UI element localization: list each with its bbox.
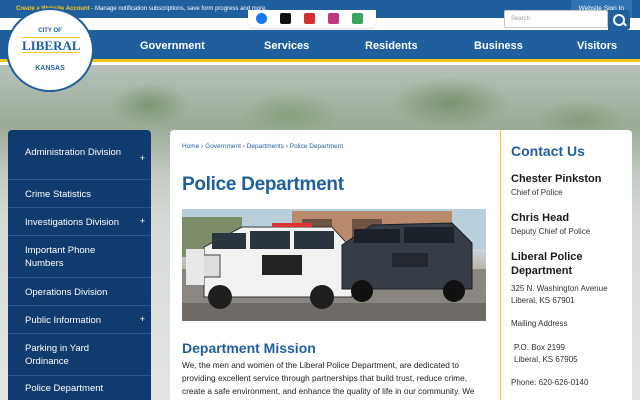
sidebar-item-operations[interactable]: Operations Division: [8, 278, 151, 306]
sidebar-item-investigations[interactable]: Investigations Division +: [8, 208, 151, 236]
breadcrumb-government[interactable]: Government: [205, 143, 241, 150]
sidebar-item-label: Operations Division: [25, 287, 108, 298]
sidebar-item-label: Parking in Yard Ordinance: [25, 343, 90, 367]
facebook-icon[interactable]: [256, 13, 267, 24]
sidebar-item-label: Administration Division: [25, 147, 122, 158]
sidebar-item-label: Investigations Division: [25, 217, 119, 228]
sidebar-item-label: Important Phone Numbers: [25, 245, 96, 269]
search-input[interactable]: Search: [504, 10, 608, 28]
breadcrumb-separator: ›: [285, 143, 288, 150]
sidebar-item-phone-numbers[interactable]: Important Phone Numbers: [8, 236, 151, 278]
police-vehicles-photo: [182, 209, 486, 321]
page-title: Police Department: [182, 174, 344, 195]
breadcrumb-separator: ›: [201, 143, 204, 150]
nextdoor-icon[interactable]: [352, 13, 363, 24]
contact-address-line2: Liberal, KS 67901: [511, 296, 575, 305]
search-icon[interactable]: [608, 10, 630, 30]
sidebar-item-administration[interactable]: Administration Division +: [8, 130, 151, 180]
nav-residents[interactable]: Residents: [365, 30, 418, 62]
social-links: [248, 10, 376, 28]
sidebar-item-crime-statistics[interactable]: Crime Statistics: [8, 180, 151, 208]
contact-po-box: P.O. Box 2199: [514, 343, 565, 352]
contact-panel: Contact Us Chester Pinkston Chief of Pol…: [500, 130, 632, 400]
sidebar-item-parking-ordinance[interactable]: Parking in Yard Ordinance: [8, 334, 151, 376]
breadcrumb-departments[interactable]: Departments: [247, 143, 284, 150]
instagram-icon[interactable]: [328, 13, 339, 24]
expand-plus-icon[interactable]: +: [140, 314, 145, 324]
breadcrumb-current[interactable]: Police Department: [290, 143, 343, 150]
logo-name: LIBERAL: [22, 37, 81, 53]
contact-mailing-label: Mailing Address: [511, 319, 568, 328]
sidebar-item-police-department[interactable]: Police Department: [8, 376, 151, 400]
police-vehicles-illustration: [182, 209, 486, 321]
nav-government[interactable]: Government: [140, 30, 205, 62]
sidebar-navigation: Administration Division + Crime Statisti…: [8, 130, 151, 400]
main-content: Home › Government › Departments › Police…: [170, 130, 500, 400]
sidebar-item-public-information[interactable]: Public Information +: [8, 306, 151, 334]
sidebar-item-label: Crime Statistics: [25, 189, 91, 200]
sidebar-item-label: Public Information: [25, 315, 102, 326]
twitter-x-icon[interactable]: [280, 13, 291, 24]
logo-city-of: CITY OF: [38, 28, 62, 34]
contact-po-city: Liberal, KS 67905: [514, 355, 578, 364]
contact-deputy-role: Deputy Chief of Police: [511, 227, 591, 236]
logo-state: KANSAS: [35, 65, 65, 72]
breadcrumb: Home › Government › Departments › Police…: [182, 143, 343, 150]
contact-chief-role: Chief of Police: [511, 188, 563, 197]
contact-phone[interactable]: Phone: 620-626-0140: [511, 377, 588, 389]
section-title: Department Mission: [182, 340, 316, 356]
contact-chief-name: Chester Pinkston: [511, 173, 602, 185]
contact-title: Contact Us: [511, 143, 585, 159]
contact-deputy-name: Chris Head: [511, 212, 570, 224]
breadcrumb-home[interactable]: Home: [182, 143, 199, 150]
mission-text: We, the men and women of the Liberal Pol…: [182, 360, 475, 400]
contact-address-line1: 325 N. Washington Avenue: [511, 284, 608, 293]
expand-plus-icon[interactable]: +: [140, 216, 145, 226]
sidebar-item-label: Police Department: [25, 383, 104, 394]
nav-visitors[interactable]: Visitors: [577, 30, 617, 62]
contact-org-name: Liberal Police Department: [511, 251, 583, 277]
main-navigation: Government Services Residents Business V…: [0, 30, 640, 62]
expand-plus-icon[interactable]: +: [140, 153, 145, 163]
youtube-icon[interactable]: [304, 13, 315, 24]
city-logo[interactable]: CITY OF LIBERAL KANSAS: [6, 8, 94, 92]
nav-business[interactable]: Business: [474, 30, 523, 62]
account-notice-text: - Manage notification subscriptions, sav…: [89, 6, 268, 12]
breadcrumb-separator: ›: [242, 143, 245, 150]
nav-services[interactable]: Services: [264, 30, 309, 62]
